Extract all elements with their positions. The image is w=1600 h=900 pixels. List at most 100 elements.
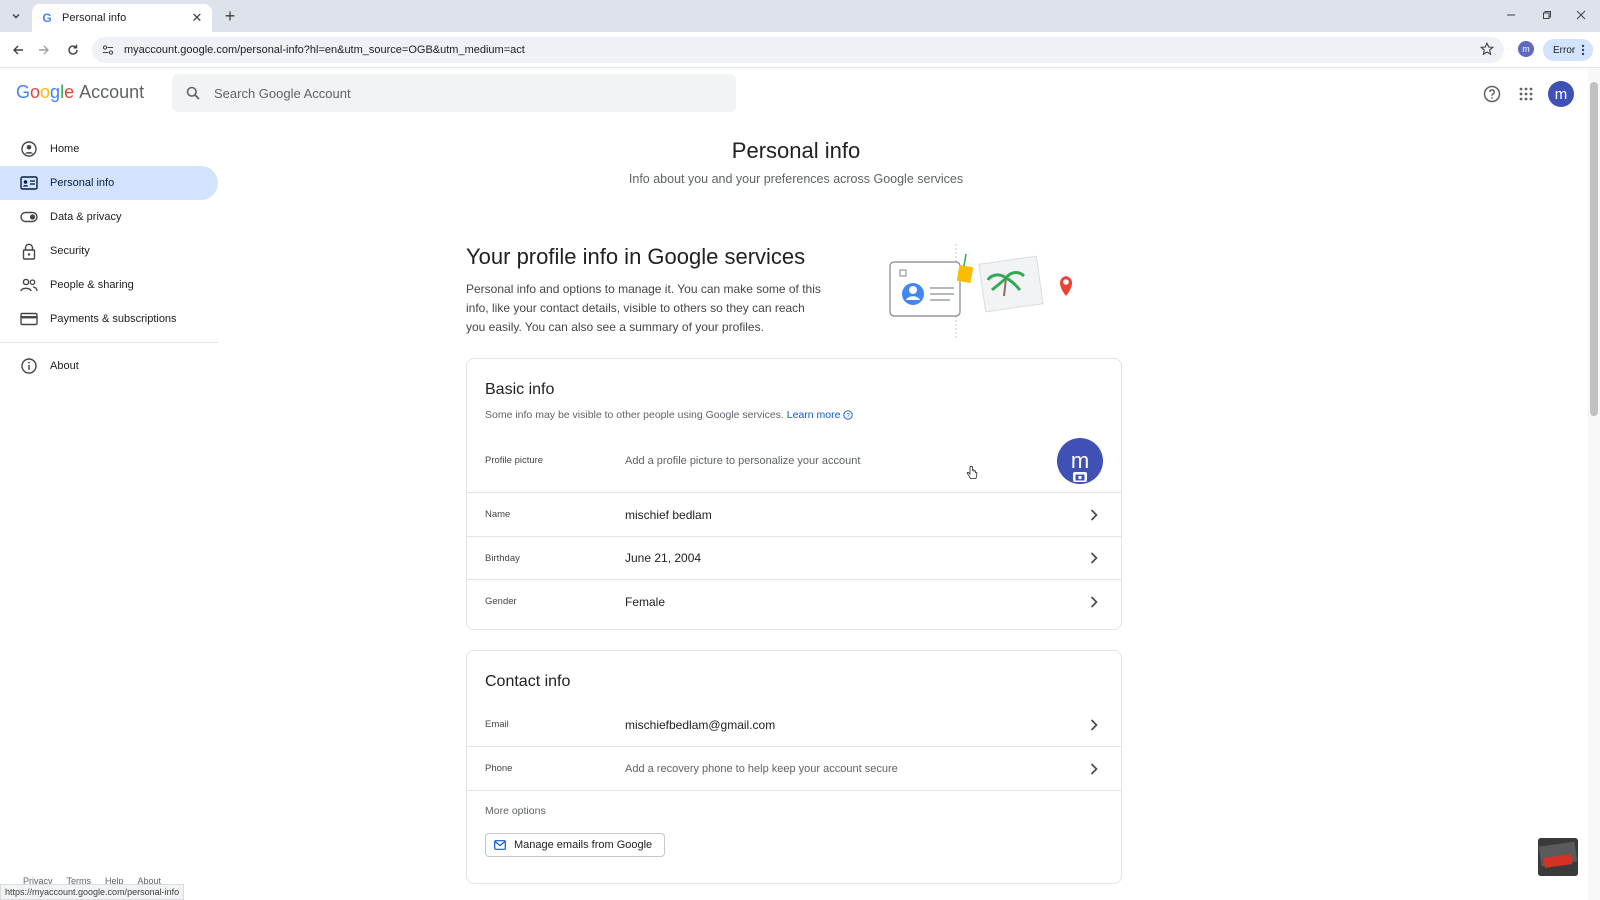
profile-picture-avatar[interactable]: m [1057,437,1103,484]
google-favicon-icon: G [42,11,52,25]
logo-letter: e [64,82,75,102]
camera-icon [1073,471,1087,482]
email-row[interactable]: Email mischiefbedlam@gmail.com [467,703,1121,747]
tab-title: Personal info [62,12,127,24]
bookmark-star-icon[interactable] [1480,42,1494,56]
birthday-row[interactable]: Birthday June 21, 2004 [467,537,1121,580]
forward-arrow-icon[interactable] [34,40,54,60]
profile-illustration [878,244,1088,340]
sidebar-item-label: People & sharing [50,279,134,291]
basic-info-card: Basic info Some info may be visible to o… [466,358,1122,630]
sidebar-nav: Home Personal info Data & privacy Securi… [0,132,220,383]
manage-emails-label: Manage emails from Google [514,839,653,851]
account-wordmark: Account [79,82,145,102]
status-bar-url: https://myaccount.google.com/personal-in… [0,884,185,900]
chevron-right-icon [1085,549,1103,567]
phone-label: Phone [485,763,513,774]
chevron-right-icon [1085,506,1103,524]
toggle-icon [20,208,38,226]
birthday-value: June 21, 2004 [625,551,702,565]
account-header: Google Account m [0,68,1588,120]
logo-letter: G [16,82,31,102]
chevron-right-icon [1085,716,1103,734]
sidebar-item-personal-info[interactable]: Personal info [0,166,218,200]
tab-close-icon[interactable]: ✕ [190,10,204,25]
browser-profile-avatar[interactable]: m [1518,41,1534,57]
reload-icon[interactable] [63,40,83,60]
intro-text: Personal info and options to manage it. … [466,282,821,334]
restore-icon[interactable] [1532,4,1562,26]
url-text: myaccount.google.com/personal-info?hl=en… [124,44,525,56]
kebab-menu-icon[interactable] [1581,44,1585,56]
google-wordmark: Google [16,82,74,103]
sidebar-item-label: Data & privacy [50,211,122,223]
minimize-icon[interactable] [1496,4,1526,26]
id-card-icon [20,174,38,192]
logo-letter: g [50,82,61,102]
name-label: Name [485,509,511,520]
sidebar-item-home[interactable]: Home [0,132,218,166]
new-tab-button[interactable]: + [220,6,240,26]
browser-tab[interactable]: G Personal info ✕ [32,4,212,32]
learn-more-help-icon[interactable]: ? [843,410,854,420]
logo-letter: o [30,82,41,102]
scrollbar-thumb[interactable] [1590,82,1598,416]
name-row[interactable]: Name mischief bedlam [467,493,1121,537]
sidebar-item-label: Security [50,245,90,257]
sidebar-item-data-privacy[interactable]: Data & privacy [0,200,218,234]
error-chip-label: Error [1553,44,1576,56]
account-avatar[interactable]: m [1548,81,1574,107]
sidebar-item-about[interactable]: About [0,349,218,383]
contact-info-title: Contact info [485,673,571,690]
sidebar-divider [0,342,218,343]
chevron-right-icon [1085,760,1103,778]
profile-picture-row[interactable]: Profile picture Add a profile picture to… [467,429,1121,493]
profile-picture-initial: m [1070,447,1090,473]
search-icon[interactable] [186,86,200,100]
contact-info-card: Contact info Email mischiefbedlam@gmail.… [466,650,1122,884]
help-icon[interactable] [1480,82,1504,106]
apps-grid-icon[interactable] [1514,82,1538,106]
browser-tabstrip: G Personal info ✕ + [0,0,1600,32]
phone-value: Add a recovery phone to help keep your a… [625,762,898,775]
person-circle-icon [20,140,38,158]
address-bar[interactable]: myaccount.google.com/personal-info?hl=en… [92,37,1504,63]
info-icon [20,357,38,375]
basic-info-title: Basic info [485,381,555,398]
gender-value: Female [625,594,666,609]
profile-picture-hint: Add a profile picture to personalize you… [625,454,861,467]
page-subtitle: Info about you and your preferences acro… [628,172,964,186]
video-thumbnail-image [1538,838,1578,876]
people-icon [20,276,38,294]
birthday-label: Birthday [485,552,520,564]
window-close-icon[interactable] [1566,4,1596,26]
search-input[interactable] [214,85,694,101]
gender-label: Gender [485,596,517,607]
learn-more-link[interactable]: Learn more [787,409,841,421]
email-value: mischiefbedlam@gmail.com [625,717,776,732]
svg-text:?: ? [847,413,851,420]
page-title: Personal info [731,138,861,163]
gender-row[interactable]: Gender Female [467,580,1121,623]
sidebar-item-people-sharing[interactable]: People & sharing [0,268,218,302]
more-options-label: More options [485,805,546,817]
credit-card-icon [20,310,38,328]
phone-row[interactable]: Phone Add a recovery phone to help keep … [467,747,1121,791]
site-settings-icon[interactable] [102,44,114,56]
sidebar-item-security[interactable]: Security [0,234,218,268]
logo-letter: o [40,82,51,102]
sidebar-item-label: About [50,360,79,372]
google-account-logo[interactable]: Google Account [16,82,144,103]
error-chip[interactable]: Error [1543,39,1593,61]
intro-heading: Your profile info in Google services [466,244,806,269]
hand-cursor-icon [966,466,978,480]
sidebar-item-label: Home [50,143,80,155]
lock-icon [20,242,38,260]
tab-search-chevron-icon[interactable] [6,6,26,26]
sidebar-item-payments[interactable]: Payments & subscriptions [0,302,218,336]
search-box[interactable] [172,74,736,112]
back-arrow-icon[interactable] [8,40,28,60]
profile-picture-label: Profile picture [485,455,544,466]
basic-info-desc-text: Some info may be visible to other people… [485,409,784,421]
manage-emails-button[interactable]: Manage emails from Google [485,833,666,857]
